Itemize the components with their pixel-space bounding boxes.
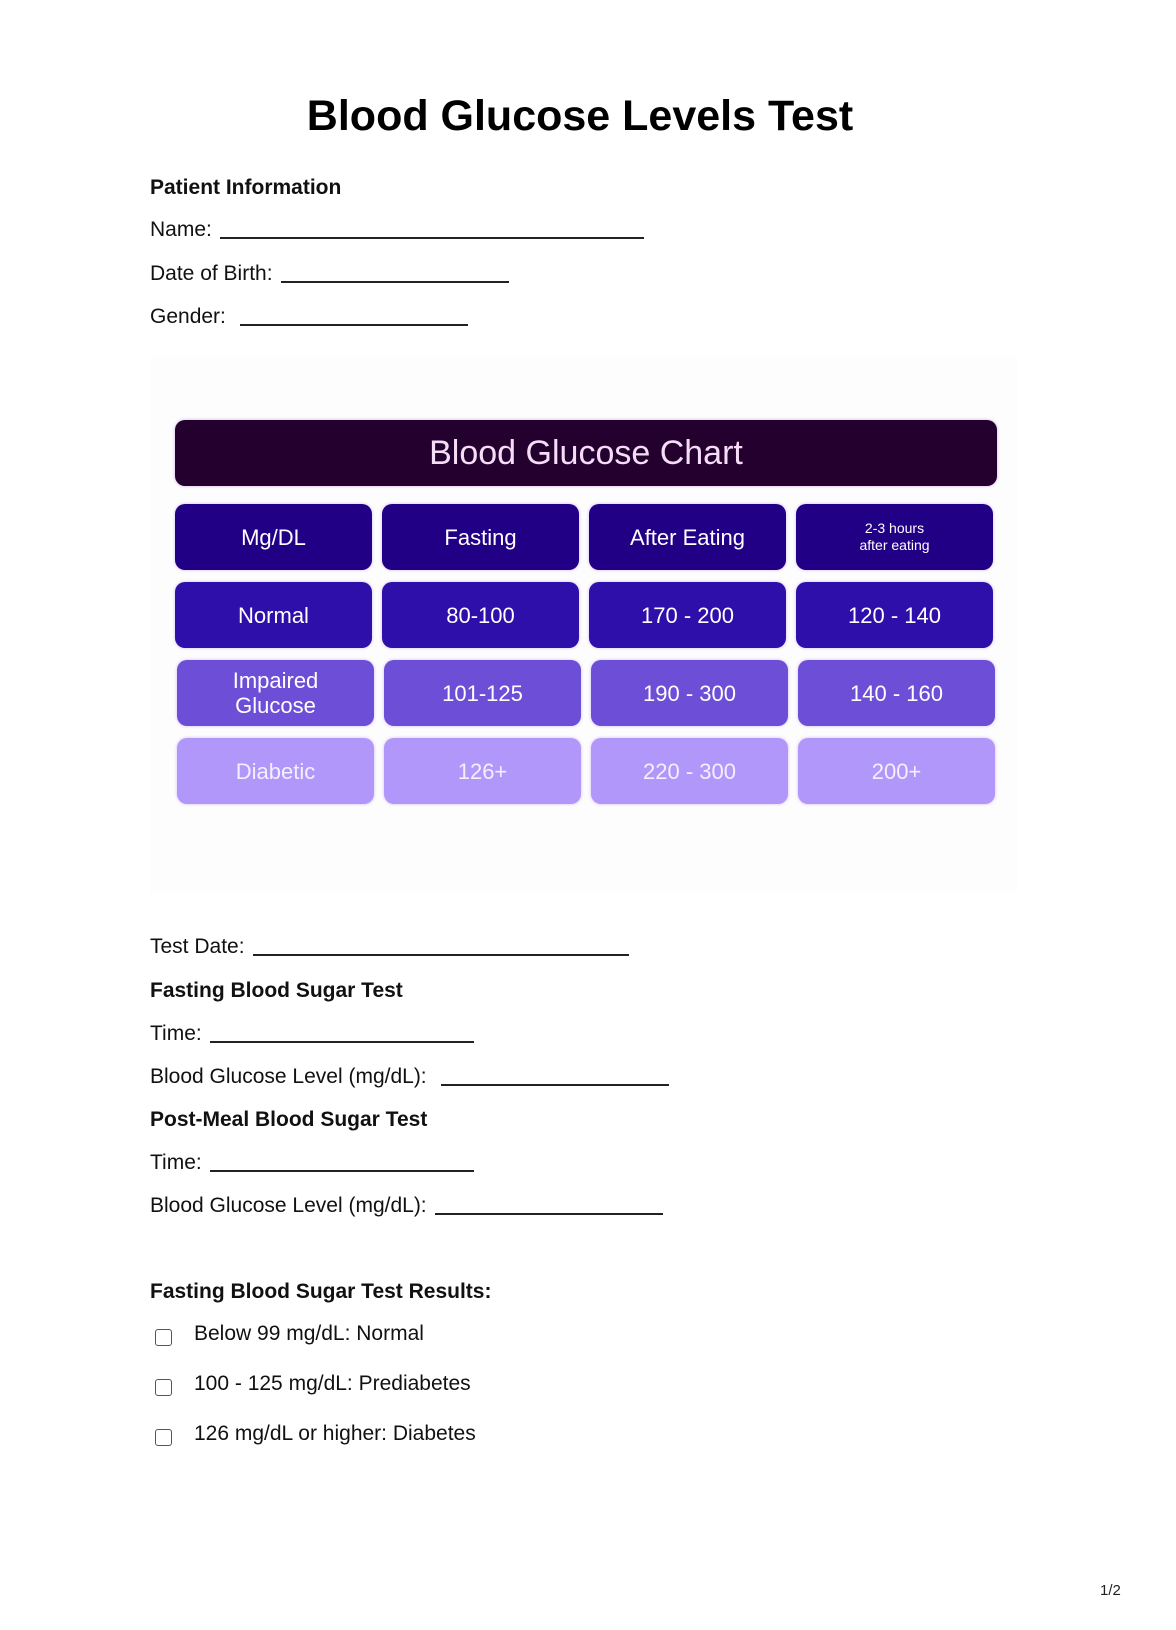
fasting-time-input-line[interactable]	[209, 1040, 474, 1043]
document-title: Blood Glucose Levels Test	[306, 92, 854, 140]
date-of-birth-input-line[interactable]	[280, 280, 509, 283]
row-label-cell: Diabetic	[177, 738, 374, 804]
date-of-birth-label: Date of Birth:	[150, 262, 273, 285]
post-meal-test-heading: Post-Meal Blood Sugar Test	[150, 1108, 428, 1131]
post-meal-glucose-level-label: Blood Glucose Level (mg/dL):	[150, 1194, 427, 1217]
fasting-test-heading: Fasting Blood Sugar Test	[150, 979, 403, 1002]
name-label: Name:	[150, 218, 212, 241]
after-eating-value-cell: 190 - 300	[591, 660, 788, 726]
header-cell-2-3-hours-after-eating: 2-3 hours after eating	[796, 504, 993, 570]
header-cell-after-eating: After Eating	[589, 504, 786, 570]
patient-information-heading: Patient Information	[150, 176, 342, 199]
test-date-label: Test Date:	[150, 935, 245, 958]
header-2-3-hours-line1: 2-3 hours	[864, 520, 925, 536]
post-meal-glucose-level-input-line[interactable]	[434, 1212, 663, 1215]
result-option-normal[interactable]: Below 99 mg/dL: Normal	[155, 1322, 424, 1346]
test-date-input-line[interactable]	[252, 953, 629, 956]
name-input-line[interactable]	[219, 236, 644, 239]
post-meal-time-label: Time:	[150, 1151, 202, 1174]
checkbox-icon[interactable]	[155, 1378, 172, 1396]
gender-field[interactable]: Gender:	[150, 305, 468, 329]
two-three-hours-value-cell: 200+	[798, 738, 995, 804]
two-three-hours-value-cell: 120 - 140	[796, 582, 993, 648]
after-eating-value-cell: 220 - 300	[591, 738, 788, 804]
after-eating-value-cell: 170 - 200	[589, 582, 786, 648]
date-of-birth-field[interactable]: Date of Birth:	[150, 262, 509, 286]
fasting-value-cell: 101-125	[384, 660, 581, 726]
result-option-label: 126 mg/dL or higher: Diabetes	[194, 1422, 476, 1445]
fasting-glucose-level-field[interactable]: Blood Glucose Level (mg/dL):	[150, 1065, 669, 1089]
two-three-hours-value-cell: 140 - 160	[798, 660, 995, 726]
header-cell-fasting: Fasting	[382, 504, 579, 570]
checkbox-icon[interactable]	[155, 1428, 172, 1446]
header-2-3-hours-line2: after eating	[859, 537, 930, 553]
fasting-glucose-level-input-line[interactable]	[440, 1083, 669, 1086]
gender-label: Gender:	[150, 305, 226, 328]
row-label-line2: Glucose	[235, 693, 316, 718]
name-field[interactable]: Name:	[150, 218, 644, 242]
checkbox-icon[interactable]	[155, 1328, 172, 1346]
header-cell-mgdl: Mg/DL	[175, 504, 372, 570]
row-label-cell: Normal	[175, 582, 372, 648]
result-option-prediabetes[interactable]: 100 - 125 mg/dL: Prediabetes	[155, 1372, 471, 1396]
page-number: 1/2	[1100, 1582, 1121, 1599]
result-option-diabetes[interactable]: 126 mg/dL or higher: Diabetes	[155, 1422, 476, 1446]
post-meal-glucose-level-field[interactable]: Blood Glucose Level (mg/dL):	[150, 1194, 663, 1218]
test-date-field[interactable]: Test Date:	[150, 935, 629, 959]
glucose-chart-title: Blood Glucose Chart	[175, 420, 997, 486]
fasting-value-cell: 80-100	[382, 582, 579, 648]
fasting-time-field[interactable]: Time:	[150, 1022, 474, 1046]
result-option-label: Below 99 mg/dL: Normal	[194, 1322, 424, 1345]
post-meal-time-field[interactable]: Time:	[150, 1151, 474, 1175]
fasting-results-heading: Fasting Blood Sugar Test Results:	[150, 1280, 492, 1303]
row-label-line1: Impaired	[232, 668, 319, 693]
fasting-glucose-level-label: Blood Glucose Level (mg/dL):	[150, 1065, 427, 1088]
row-label-cell: Impaired Glucose	[177, 660, 374, 726]
gender-input-line[interactable]	[239, 323, 468, 326]
result-option-label: 100 - 125 mg/dL: Prediabetes	[194, 1372, 471, 1395]
post-meal-time-input-line[interactable]	[209, 1169, 474, 1172]
fasting-value-cell: 126+	[384, 738, 581, 804]
fasting-time-label: Time:	[150, 1022, 202, 1045]
